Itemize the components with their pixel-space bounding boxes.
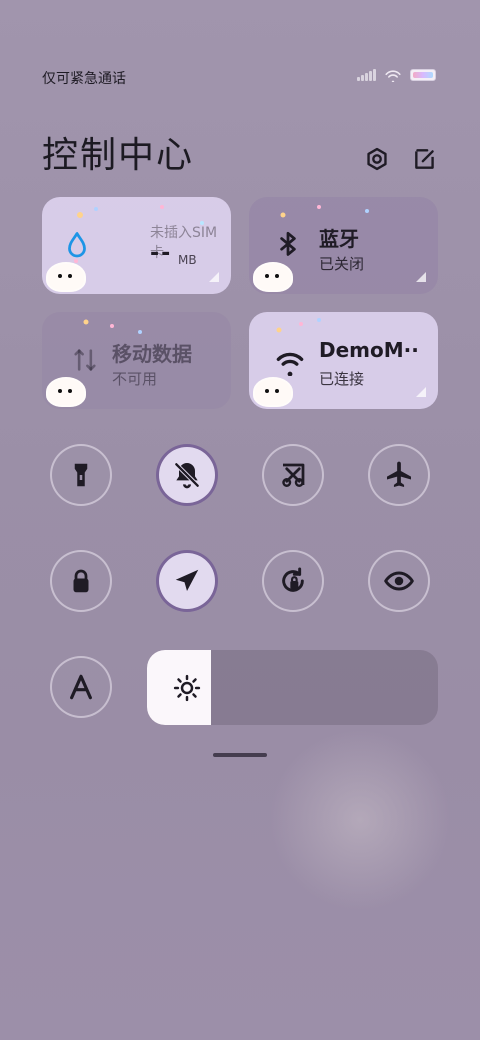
expand-corner-icon (416, 387, 426, 397)
mobile-data-status: 不可用 (112, 370, 158, 388)
auto-a-icon (70, 674, 92, 700)
sim-data-unit: MB (178, 253, 197, 267)
airplane-toggle[interactable] (368, 444, 430, 506)
status-icons (357, 68, 436, 82)
flashlight-icon (74, 463, 88, 487)
wifi-icon (276, 352, 304, 376)
rotation-lock-toggle[interactable] (262, 550, 324, 612)
edit-icon (415, 149, 434, 169)
lock-screen-toggle[interactable] (50, 550, 112, 612)
settings-icon (367, 147, 387, 171)
rotate-lock-icon (282, 567, 304, 592)
eye-icon (384, 571, 414, 591)
auto-brightness-toggle[interactable] (50, 656, 112, 718)
mascot-sticker (46, 377, 86, 407)
signal-icon (357, 69, 376, 81)
flashlight-toggle[interactable] (50, 444, 112, 506)
edit-button[interactable] (412, 146, 438, 172)
sim-data-value: -- (150, 241, 173, 266)
water-drop-icon (68, 232, 86, 258)
mobile-data-tile[interactable]: 移动数据 不可用 (42, 312, 231, 409)
header-actions (364, 146, 438, 172)
brightness-slider[interactable] (147, 650, 438, 725)
bluetooth-tile[interactable]: 蓝牙 已关闭 (249, 197, 438, 294)
expand-corner-icon (416, 272, 426, 282)
settings-button[interactable] (364, 146, 390, 172)
expand-corner-icon (209, 272, 219, 282)
location-arrow-icon (175, 569, 199, 591)
bluetooth-icon (280, 231, 296, 256)
lock-icon (73, 569, 89, 593)
bluetooth-title: 蓝牙 (319, 227, 359, 251)
status-bar: 仅可紧急通话 (0, 60, 480, 92)
silent-toggle[interactable] (156, 444, 218, 506)
wifi-ssid: DemoM·· (319, 338, 419, 362)
mobile-data-title: 移动数据 (112, 342, 192, 366)
home-indicator[interactable] (213, 753, 267, 757)
mobile-data-icon (74, 349, 96, 371)
screenshot-toggle[interactable] (262, 444, 324, 506)
mascot-sticker (46, 262, 86, 292)
mascot-sticker (253, 262, 293, 292)
wifi-status: 已连接 (319, 370, 365, 388)
airplane-icon (387, 461, 411, 487)
wifi-icon (385, 70, 401, 82)
bluetooth-status: 已关闭 (319, 255, 365, 273)
wifi-tile[interactable]: DemoM·· 已连接 (249, 312, 438, 409)
scissors-icon (282, 463, 305, 487)
carrier-text: 仅可紧急通话 (42, 71, 126, 87)
page-title: 控制中心 (42, 135, 195, 176)
sim-data-tile[interactable]: 未插入SIM卡 -- MB (42, 197, 231, 294)
mascot-sticker (253, 377, 293, 407)
battery-icon (410, 69, 436, 81)
bell-off-icon (174, 462, 200, 489)
eye-comfort-toggle[interactable] (368, 550, 430, 612)
sun-icon (173, 674, 201, 701)
location-toggle[interactable] (156, 550, 218, 612)
